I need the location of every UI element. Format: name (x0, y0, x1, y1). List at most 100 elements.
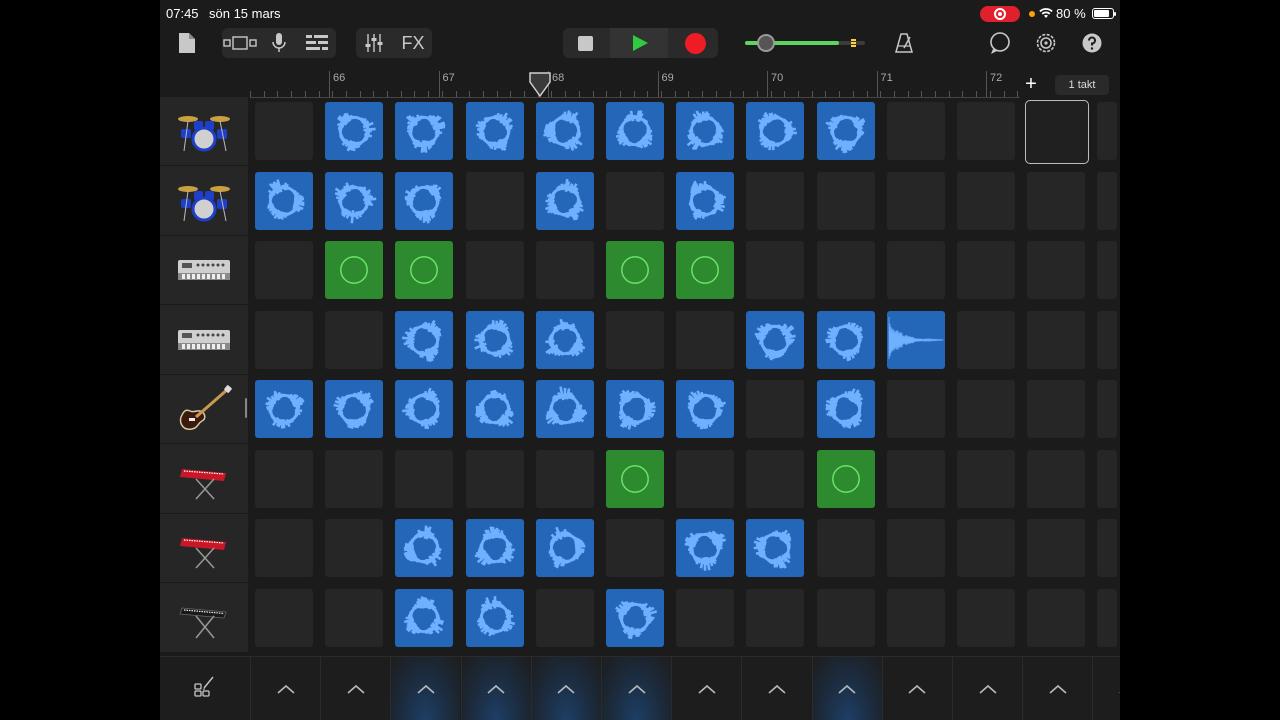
metronome-button[interactable] (890, 30, 918, 56)
audio-loop-cell[interactable] (395, 310, 454, 369)
audio-loop-cell[interactable] (535, 310, 594, 369)
screen-recording-icon[interactable] (980, 6, 1020, 22)
track-header-red-keyboard[interactable] (160, 514, 248, 583)
audio-loop-cell[interactable] (535, 171, 594, 230)
audio-loop-cell[interactable] (395, 380, 454, 438)
audio-loop-cell[interactable] (606, 380, 664, 438)
empty-cell[interactable] (886, 449, 945, 508)
midi-loop-cell[interactable] (816, 449, 875, 508)
midi-loop-cell[interactable] (676, 241, 735, 299)
track-header-drum-machine[interactable] (160, 236, 248, 305)
settings-button[interactable] (1032, 29, 1060, 57)
column-trigger-button[interactable] (320, 657, 390, 720)
empty-cell[interactable] (886, 380, 945, 438)
empty-cell[interactable] (606, 310, 664, 369)
column-trigger-button[interactable] (530, 657, 601, 720)
column-trigger-button[interactable] (250, 657, 320, 720)
midi-loop-cell[interactable] (606, 449, 664, 508)
empty-cell[interactable] (1027, 380, 1086, 438)
column-trigger-button[interactable] (741, 657, 811, 720)
play-button[interactable] (625, 28, 655, 58)
empty-cell[interactable] (395, 449, 454, 508)
track-header-drum-kit[interactable] (160, 97, 248, 166)
empty-cell[interactable] (255, 519, 313, 577)
empty-cell[interactable] (676, 588, 735, 647)
bar-ruler[interactable]: 66 67 68 69 70 71 72 (250, 70, 1020, 98)
audio-loop-cell[interactable] (816, 310, 875, 369)
empty-cell[interactable] (535, 588, 594, 647)
empty-cell[interactable] (1097, 171, 1118, 230)
audio-loop-cell[interactable] (676, 519, 735, 577)
audio-loop-cell[interactable] (465, 588, 524, 647)
column-trigger-button[interactable] (1092, 657, 1120, 720)
master-volume-knob[interactable] (757, 34, 775, 52)
column-trigger-button[interactable] (601, 657, 671, 720)
stop-button[interactable] (570, 28, 600, 58)
record-button[interactable] (680, 28, 710, 58)
empty-cell[interactable] (886, 102, 945, 160)
edit-cells-button[interactable] (192, 674, 216, 703)
empty-cell[interactable] (606, 171, 664, 230)
column-trigger-button[interactable] (671, 657, 741, 720)
audio-loop-cell[interactable] (465, 310, 524, 369)
audio-loop-cell[interactable] (886, 310, 945, 369)
midi-loop-cell[interactable] (395, 241, 454, 299)
empty-cell[interactable] (255, 241, 313, 299)
empty-cell[interactable] (816, 171, 875, 230)
empty-cell[interactable] (957, 519, 1015, 577)
empty-cell[interactable] (676, 449, 735, 508)
track-header-drum-kit[interactable] (160, 167, 248, 236)
midi-loop-cell[interactable] (325, 241, 384, 299)
empty-cell[interactable] (746, 380, 805, 438)
audio-loop-cell[interactable] (395, 519, 454, 577)
tracks-view-button[interactable] (300, 28, 334, 58)
empty-cell[interactable] (1097, 310, 1118, 369)
empty-cell[interactable] (746, 449, 805, 508)
column-trigger-button[interactable] (390, 657, 461, 720)
audio-loop-cell[interactable] (325, 102, 384, 160)
my-songs-button[interactable] (176, 30, 198, 56)
playhead-icon[interactable] (528, 72, 552, 98)
empty-cell[interactable] (1027, 241, 1086, 299)
empty-cell[interactable] (255, 588, 313, 647)
empty-cell[interactable] (676, 310, 735, 369)
empty-cell[interactable] (886, 588, 945, 647)
empty-cell[interactable] (465, 171, 524, 230)
view-toggle-button[interactable] (222, 28, 258, 58)
audio-loop-cell[interactable] (746, 102, 805, 160)
audio-loop-cell[interactable] (606, 102, 664, 160)
column-trigger-button[interactable] (881, 657, 952, 720)
audio-loop-cell[interactable] (816, 102, 875, 160)
audio-loop-cell[interactable] (395, 171, 454, 230)
mixer-button[interactable] (360, 28, 388, 58)
audio-loop-cell[interactable] (606, 588, 664, 647)
empty-cell[interactable] (746, 588, 805, 647)
audio-loop-cell[interactable] (676, 171, 735, 230)
empty-cell[interactable] (255, 310, 313, 369)
empty-cell[interactable] (816, 519, 875, 577)
audio-loop-cell[interactable] (535, 519, 594, 577)
audio-loop-cell[interactable] (746, 310, 805, 369)
track-header-drum-machine[interactable] (160, 306, 248, 375)
empty-cell[interactable] (746, 171, 805, 230)
empty-cell[interactable] (1097, 102, 1118, 160)
audio-loop-cell[interactable] (535, 102, 594, 160)
empty-cell[interactable] (957, 380, 1015, 438)
empty-cell[interactable] (535, 449, 594, 508)
empty-cell[interactable] (255, 449, 313, 508)
column-trigger-button[interactable] (1022, 657, 1092, 720)
empty-cell[interactable] (255, 102, 313, 160)
audio-loop-cell[interactable] (465, 380, 524, 438)
empty-cell[interactable] (886, 171, 945, 230)
empty-cell[interactable] (957, 310, 1015, 369)
empty-cell[interactable] (957, 241, 1015, 299)
audio-loop-cell[interactable] (816, 380, 875, 438)
column-trigger-button[interactable] (811, 657, 882, 720)
empty-cell[interactable] (1027, 171, 1086, 230)
empty-cell[interactable] (325, 310, 384, 369)
empty-cell[interactable] (1097, 380, 1118, 438)
column-trigger-button[interactable] (460, 657, 531, 720)
bar-length-button[interactable]: 1 takt (1055, 75, 1109, 95)
empty-cell[interactable] (957, 171, 1015, 230)
empty-cell[interactable] (325, 588, 384, 647)
